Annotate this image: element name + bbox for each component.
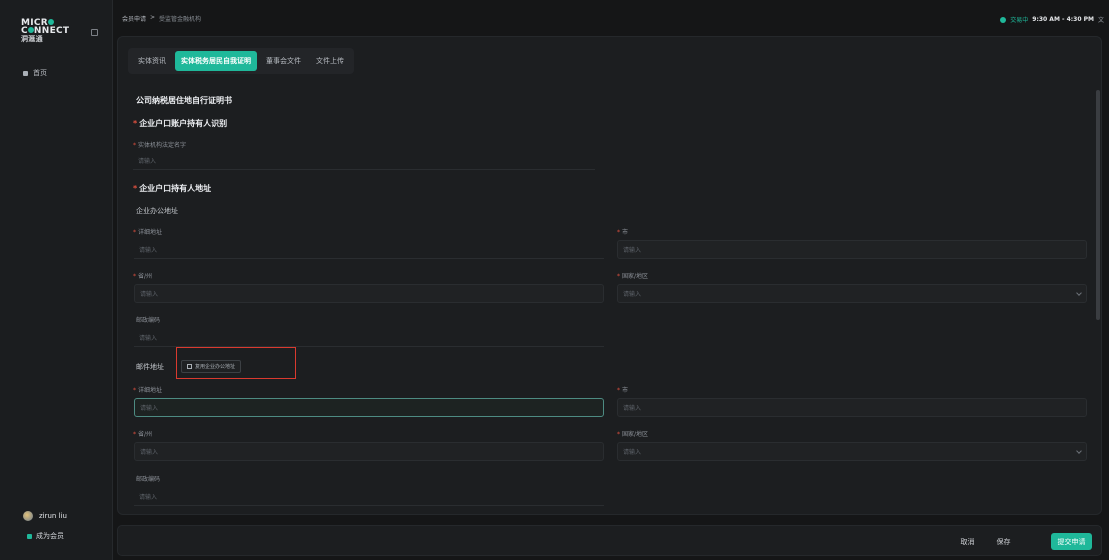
become-member-label: 成为会员	[36, 532, 64, 540]
cancel-button[interactable]: 取消	[954, 533, 981, 550]
home-icon	[23, 70, 28, 76]
market-status-text: 交易中	[1010, 17, 1029, 24]
save-button[interactable]: 保存	[990, 533, 1017, 550]
breadcrumb-separator: >	[150, 14, 156, 21]
entity-name-input[interactable]: 请输入	[133, 151, 595, 170]
breadcrumb: 会员申请 > 受监管金融机构	[122, 14, 201, 23]
mail-country-select[interactable]: 请输入	[617, 442, 1087, 461]
mail-detail-address-input[interactable]: 请输入	[134, 398, 604, 417]
breadcrumb-current: 受监管金融机构	[159, 16, 202, 23]
tab-bar: 实体资讯 实体税务居民自我证明 董事会文件 文件上传	[128, 48, 354, 74]
office-city-input[interactable]: 请输入	[617, 240, 1087, 259]
logo: MICR C NNECT 洞滙通	[21, 18, 70, 44]
member-icon	[27, 533, 32, 539]
mail-postal-label: 邮政编码	[136, 476, 161, 483]
office-detail-address-input[interactable]: 请输入	[134, 240, 604, 259]
annotation-highlight-box	[176, 347, 296, 379]
tab-tax-self-cert[interactable]: 实体税务居民自我证明	[175, 51, 257, 71]
breadcrumb-parent[interactable]: 会员申请	[122, 14, 146, 23]
chevron-down-icon	[1076, 448, 1082, 454]
logo-dot-icon	[48, 19, 55, 25]
tab-board-documents[interactable]: 董事会文件	[260, 51, 307, 71]
scrollbar[interactable]	[1096, 90, 1100, 320]
mail-province-input[interactable]: 请输入	[134, 442, 604, 461]
become-member-link[interactable]: 成为会员	[27, 531, 64, 541]
user-name: zirun liu	[39, 512, 67, 520]
office-detail-address-label: * 详细地址	[133, 229, 163, 236]
office-province-label: * 省/州	[133, 273, 153, 280]
topbar: 会员申请 > 受监管金融机构 交易中 9:30 AM - 4:30 PM 文	[113, 0, 1109, 36]
office-postal-label: 邮政编码	[136, 317, 161, 324]
office-address-title: 企业办公地址	[136, 207, 178, 215]
tab-entity-info[interactable]: 实体资讯	[132, 51, 172, 71]
mail-country-label: * 国家/地区	[617, 431, 649, 438]
entity-name-label: * 实体机构法定名字	[133, 142, 187, 149]
chevron-down-icon	[1076, 290, 1082, 296]
nav-home-label: 首页	[33, 69, 47, 77]
nav-home[interactable]: 首页	[23, 68, 47, 78]
clock-icon	[1000, 16, 1007, 23]
user-profile[interactable]: zirun liu	[23, 511, 67, 521]
tab-file-upload[interactable]: 文件上传	[310, 51, 350, 71]
market-status: 交易中 9:30 AM - 4:30 PM 文	[1000, 15, 1104, 24]
submit-application-button[interactable]: 提交申请	[1051, 533, 1092, 550]
translate-icon[interactable]: 文	[1098, 15, 1104, 24]
market-hours: 9:30 AM - 4:30 PM	[1032, 16, 1094, 23]
footer-actions: 取消 保存 提交申请	[117, 525, 1102, 556]
mail-detail-address-label: * 详细地址	[133, 387, 163, 394]
form-title: 公司纳税居住地自行证明书	[136, 96, 232, 105]
office-province-input[interactable]: 请输入	[134, 284, 604, 303]
sidebar: MICR C NNECT 洞滙通 首页 zirun liu 成为会员	[0, 0, 113, 560]
mail-city-label: * 市	[617, 387, 629, 394]
mail-city-input[interactable]: 请输入	[617, 398, 1087, 417]
section-account-holder: * 企业户口账户持有人识别	[133, 119, 228, 128]
mail-address-title: 邮件地址	[136, 363, 164, 371]
office-country-select[interactable]: 请输入	[617, 284, 1087, 303]
office-postal-input[interactable]: 请输入	[134, 328, 604, 347]
office-country-label: * 国家/地区	[617, 273, 649, 280]
office-city-label: * 市	[617, 229, 629, 236]
logo-subtitle: 洞滙通	[21, 35, 43, 43]
required-mark: *	[133, 119, 138, 128]
section-holder-address: * 企业户口持有人地址	[133, 184, 212, 193]
mail-postal-input[interactable]: 请输入	[134, 487, 604, 506]
avatar	[23, 511, 33, 521]
collapse-sidebar-icon[interactable]	[91, 29, 98, 36]
mail-province-label: * 省/州	[133, 431, 153, 438]
